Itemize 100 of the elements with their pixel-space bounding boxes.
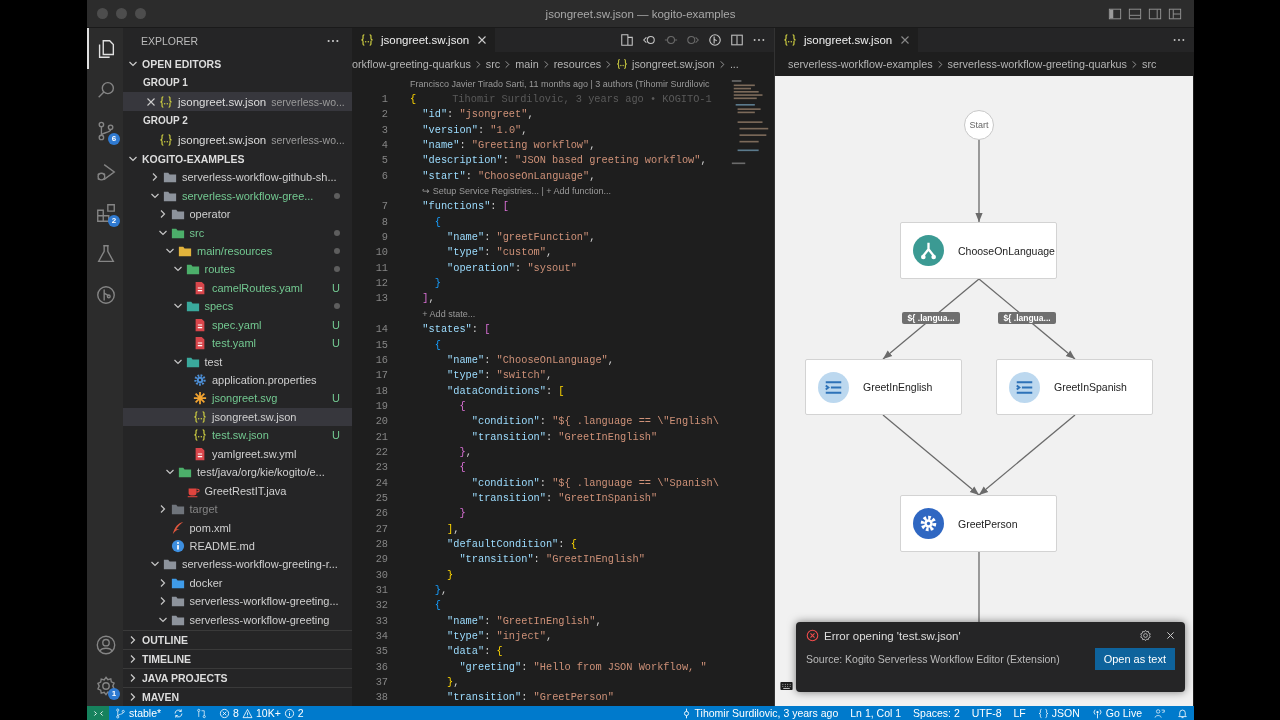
tree-item[interactable]: operator <box>123 204 352 224</box>
braces-icon <box>159 132 173 147</box>
settings-icon[interactable] <box>1139 629 1152 642</box>
tree-item[interactable]: README.md <box>123 536 352 556</box>
tree-item[interactable]: jsongreet.sw.json <box>123 407 352 427</box>
tree-item[interactable]: test/java/org/kie/kogito/e... <box>123 463 352 482</box>
section-header[interactable]: OUTLINE <box>123 630 352 649</box>
breadcrumb-item[interactable]: jsongreet.sw.json <box>616 58 715 70</box>
tree-item[interactable]: test.sw.json U <box>123 426 352 445</box>
editor-tab[interactable]: jsongreet.sw.json <box>352 28 496 52</box>
editor-tab[interactable]: jsongreet.sw.json <box>775 28 919 52</box>
state-node[interactable]: GreetPerson <box>900 495 1057 552</box>
section-header[interactable]: JAVA PROJECTS <box>123 668 352 687</box>
tree-item[interactable]: application.properties <box>123 370 352 390</box>
folder-icon <box>185 299 200 314</box>
breadcrumb-item[interactable]: ... <box>729 58 739 70</box>
node-label: GreetPerson <box>958 517 1018 530</box>
breadcrumb-item[interactable]: serverless-workflow-greeting-quarkus <box>947 58 1127 70</box>
tree-item[interactable]: routes <box>123 260 352 279</box>
breadcrumb-item[interactable]: src <box>485 58 501 70</box>
section-header[interactable]: OPEN EDITORS <box>123 54 352 73</box>
problems-button[interactable]: 8 10K+ 2 <box>213 706 310 720</box>
breadcrumb-item[interactable]: serverless-workflow-examples <box>788 58 933 70</box>
remote-button[interactable] <box>87 706 109 720</box>
section-header[interactable]: KOGITO-EXAMPLES <box>123 149 352 168</box>
feedback-icon[interactable] <box>1154 707 1165 719</box>
tree-item[interactable]: docker <box>123 573 352 593</box>
forward-icon[interactable] <box>686 33 700 47</box>
breadcrumb-item[interactable]: resources <box>553 58 602 70</box>
circle-icon[interactable] <box>664 33 678 47</box>
timeline-icon[interactable] <box>708 33 722 47</box>
compare-icon[interactable] <box>196 707 208 719</box>
preview-icon[interactable] <box>620 33 634 47</box>
tree-item[interactable]: specs <box>123 297 352 316</box>
close-icon[interactable] <box>900 35 911 45</box>
back-icon[interactable] <box>642 33 656 47</box>
line-number: 12 <box>374 277 388 290</box>
encoding-button[interactable]: UTF-8 <box>965 706 1008 720</box>
panel-toggle-icon[interactable] <box>1128 6 1142 21</box>
open-as-text-button[interactable]: Open as text <box>1094 648 1175 670</box>
tree-item[interactable]: serverless-workflow-greeting <box>123 610 352 629</box>
line-number: 32 <box>374 599 388 612</box>
split-editor-icon[interactable] <box>730 33 744 47</box>
tree-item[interactable]: serverless-workflow-github-sh... <box>123 168 352 187</box>
close-icon[interactable] <box>1166 631 1175 640</box>
state-node[interactable]: ChooseOnLanguage <box>900 222 1057 279</box>
sidebar-toggle-icon[interactable] <box>1108 6 1122 21</box>
status-letter: U <box>331 318 340 331</box>
activity-tab[interactable]: 6 <box>87 110 123 151</box>
tree-item[interactable]: target <box>123 499 352 519</box>
tree-item[interactable]: main/resources <box>123 241 352 261</box>
code-line: "version": "1.0", <box>421 123 528 136</box>
tree-item[interactable]: yamlgreet.sw.yml <box>123 444 352 463</box>
breadcrumb-item[interactable]: src <box>1142 58 1157 70</box>
section-header[interactable]: TIMELINE <box>123 649 352 668</box>
code-lens[interactable]: + Add state... <box>422 308 476 319</box>
tree-item[interactable]: test.yaml U <box>123 333 352 353</box>
secondary-sidebar-icon[interactable] <box>1148 6 1162 21</box>
tree-item[interactable]: camelRoutes.yaml U <box>123 278 352 298</box>
open-editor-item[interactable]: jsongreet.sw.json serverless-wo... <box>123 130 352 149</box>
settings-icon[interactable] <box>95 674 117 697</box>
start-node[interactable]: Start <box>964 110 994 140</box>
blame-button[interactable]: Tihomir Surdilovic, 3 years ago <box>674 706 845 720</box>
tree-item[interactable]: jsongreet.svg U <box>123 389 352 408</box>
code-line: "type": "inject", <box>446 630 553 643</box>
line-number: 1 <box>380 93 388 105</box>
keyboard-icon[interactable] <box>780 681 793 691</box>
breadcrumb-item[interactable]: orkflow-greeting-quarkus <box>352 58 471 70</box>
activity-tab[interactable]: 2 <box>87 192 123 233</box>
branch-button[interactable]: stable* <box>109 706 168 720</box>
tree-item[interactable]: serverless-workflow-greeting-r... <box>123 555 352 574</box>
cursor-position-button[interactable]: Ln 1, Col 1 <box>844 706 908 720</box>
indentation-button[interactable]: Spaces: 2 <box>907 706 966 720</box>
sync-icon[interactable] <box>173 707 185 719</box>
account-icon[interactable] <box>95 633 117 656</box>
bell-icon[interactable] <box>1177 707 1188 719</box>
tree-item[interactable]: test <box>123 352 352 371</box>
layout-icon[interactable] <box>1168 6 1182 21</box>
tree-item[interactable]: GreetRestIT.java <box>123 481 352 500</box>
code-lens[interactable]: ↪ Setup Service Registries... | + Add function... <box>422 186 612 197</box>
tree-item[interactable]: spec.yaml U <box>123 315 352 334</box>
breadcrumb-item[interactable]: main <box>515 58 539 70</box>
tree-item[interactable]: serverless-workflow-greeting... <box>123 592 352 611</box>
state-node[interactable]: GreetInEnglish <box>805 359 962 415</box>
line-ending-button[interactable]: LF <box>1007 706 1032 720</box>
language-button[interactable]: JSON <box>1031 706 1086 720</box>
tree-item[interactable]: src <box>123 223 352 242</box>
line-number: 13 <box>374 292 388 305</box>
go-live-button[interactable]: Go Live <box>1085 706 1148 720</box>
close-icon[interactable] <box>477 35 488 45</box>
fork-icon <box>913 235 944 266</box>
state-node[interactable]: GreetInSpanish <box>996 359 1153 415</box>
code-line: { <box>433 599 441 612</box>
close-icon[interactable] <box>146 96 156 107</box>
open-editor-item[interactable]: jsongreet.sw.json serverless-wo... <box>123 92 352 111</box>
line-number: 34 <box>374 630 388 643</box>
tree-item[interactable]: pom.xml <box>123 518 352 537</box>
code-lens[interactable]: Francisco Javier Tirado Sarti, 11 months ago | 3 authors (Tihomir Surdilovic <box>410 78 710 89</box>
line-number: 29 <box>374 553 388 566</box>
tree-item[interactable]: serverless-workflow-gree... <box>123 186 352 205</box>
